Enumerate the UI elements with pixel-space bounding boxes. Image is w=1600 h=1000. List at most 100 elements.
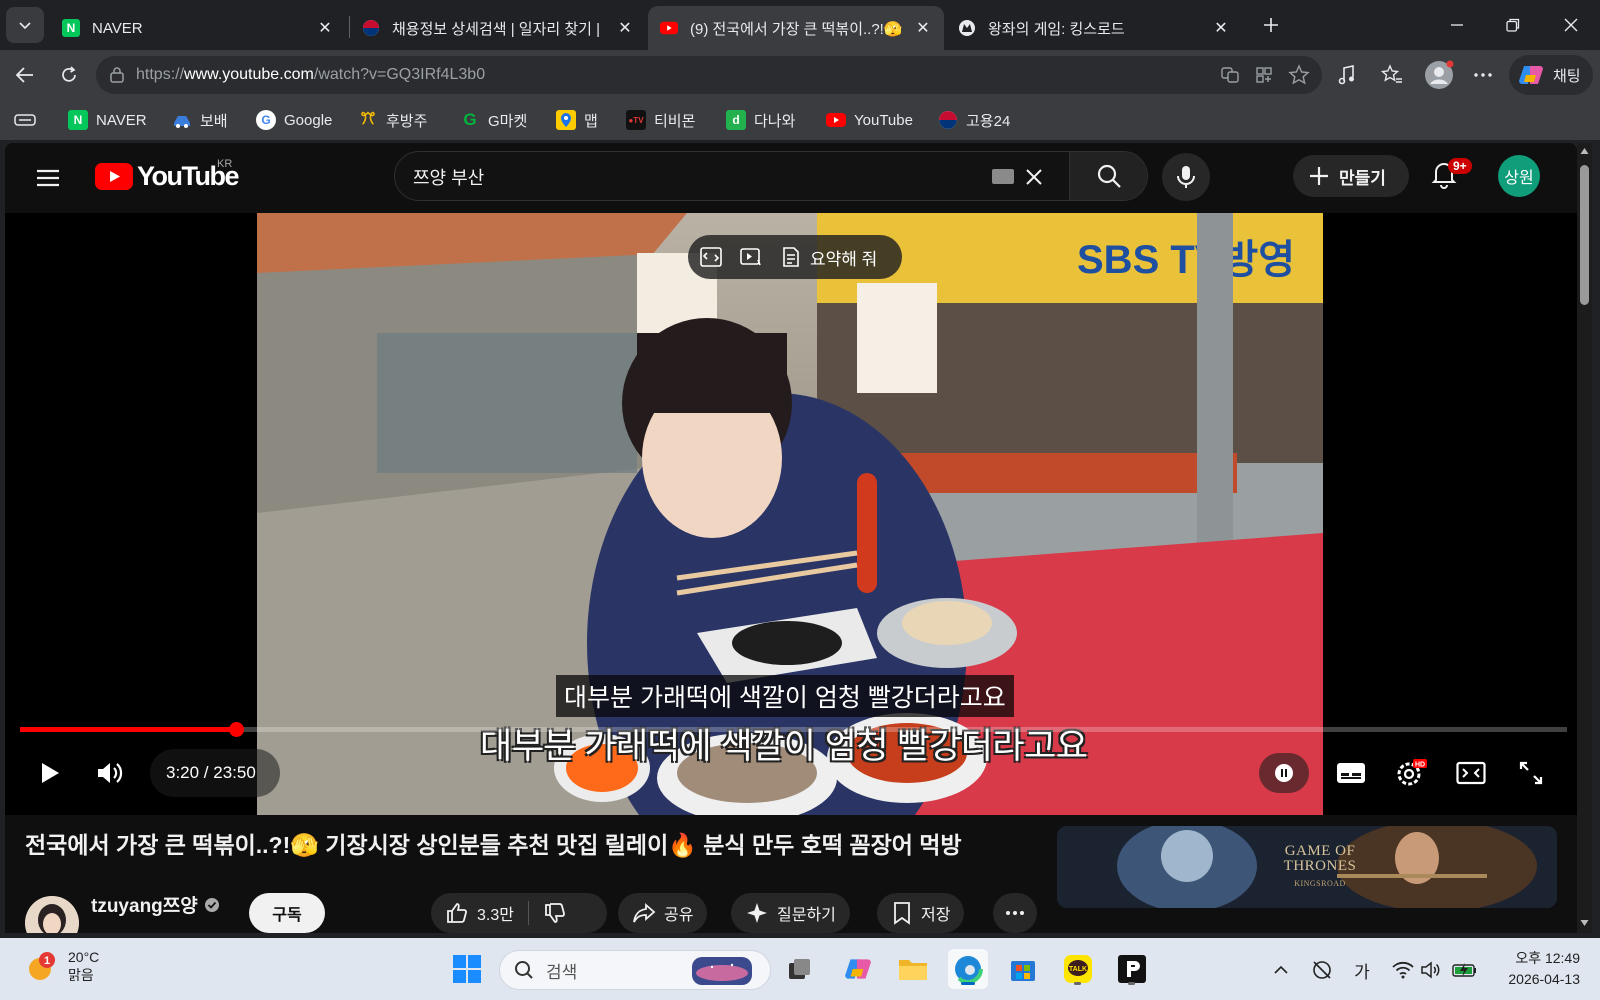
bookmark-gmarket[interactable]: G G마켓 (460, 109, 527, 131)
p-app-icon (1118, 955, 1146, 983)
thumbs-down-icon[interactable] (543, 901, 567, 925)
bookmark-youtube[interactable]: YouTube (826, 109, 913, 131)
ambient-pause-button[interactable] (1259, 753, 1309, 793)
favorite-star-icon[interactable] (1288, 64, 1310, 86)
volume-button[interactable] (87, 749, 135, 797)
close-icon[interactable]: ✕ (614, 18, 636, 38)
scroll-down-icon[interactable] (1580, 919, 1589, 927)
search-button[interactable] (1069, 152, 1147, 200)
create-button[interactable]: 만들기 (1293, 155, 1409, 197)
svg-text:SBS TV방영: SBS TV방영 (1077, 238, 1295, 282)
pikpak-app-button[interactable] (1112, 949, 1152, 989)
theater-mode-button[interactable] (1447, 749, 1495, 797)
tab-actions-button[interactable] (6, 7, 44, 43)
search-input[interactable] (413, 164, 973, 190)
folder-icon (899, 960, 927, 980)
system-clock[interactable]: 오후 12:49 2026-04-13 (1496, 948, 1580, 990)
channel-name-link[interactable]: tzuyang쯔양 (91, 891, 220, 918)
notifications-button[interactable]: 9+ (1429, 158, 1472, 195)
save-button[interactable]: 저장 (877, 893, 965, 933)
ime-indicator[interactable]: 가 (1349, 958, 1375, 982)
like-dislike-button[interactable]: 3.3만 (431, 893, 607, 933)
restore-button[interactable] (1488, 8, 1538, 42)
bookmark-danawa[interactable]: d 다나와 (726, 109, 795, 131)
more-actions-button[interactable] (993, 893, 1037, 933)
profile-button[interactable] (1422, 58, 1456, 92)
browser-toolbar: https://www.youtube.com/watch?v=GQ3IRf4L… (0, 50, 1600, 100)
copilot-chat-button[interactable]: 채팅 (1509, 55, 1593, 95)
scrubber-handle[interactable] (229, 722, 245, 737)
account-avatar[interactable]: 상원 (1498, 155, 1540, 197)
fullscreen-button[interactable] (1507, 749, 1555, 797)
voice-search-button[interactable] (1162, 153, 1210, 201)
translate-icon[interactable] (1220, 65, 1240, 85)
collections-button[interactable] (14, 109, 36, 131)
play-button[interactable] (25, 749, 73, 797)
close-icon[interactable]: ✕ (314, 18, 336, 38)
tab-kingsroad[interactable]: 왕좌의 게임: 킹스로드 ✕ (946, 6, 1242, 50)
picture-in-picture-icon[interactable] (698, 244, 724, 270)
taskbar-search[interactable]: 검색 (499, 950, 771, 990)
youtube-logo[interactable]: YouTube KR (95, 158, 239, 192)
settings-button[interactable]: HD (1387, 749, 1435, 797)
ask-button[interactable]: 질문하기 (731, 893, 850, 933)
task-view-button[interactable] (780, 949, 820, 989)
tab-naver[interactable]: N NAVER ✕ (50, 6, 346, 50)
subtitles-button[interactable] (1327, 749, 1375, 797)
kakaotalk-app-button[interactable]: TALK (1058, 949, 1098, 989)
close-icon[interactable]: ✕ (912, 18, 934, 38)
close-icon[interactable]: ✕ (1210, 18, 1232, 38)
arrow-left-icon (15, 67, 33, 83)
game-of-thrones-ad[interactable]: GAME OF THRONES KINGSROAD (1057, 826, 1557, 908)
battery-status[interactable] (1450, 958, 1480, 982)
summarize-button[interactable]: 요약해 줘 (810, 245, 877, 270)
bookmark-naver[interactable]: N NAVER (68, 109, 147, 131)
bookmark-tvmon[interactable]: ●TV 티비몬 (626, 109, 695, 131)
summarize-icon[interactable] (778, 244, 804, 270)
share-button[interactable]: 공유 (618, 893, 708, 933)
favorites-button[interactable] (1377, 60, 1407, 90)
tab-jobs[interactable]: 채용정보 상세검색 | 일자리 찾기 | ✕ (350, 6, 646, 50)
weather-widget[interactable]: 1 20°C 맑음 (26, 948, 99, 984)
edge-app-button[interactable] (948, 949, 988, 989)
site-info-icon[interactable] (108, 66, 126, 84)
minimize-button[interactable] (1432, 8, 1482, 42)
start-button[interactable] (447, 949, 487, 989)
guide-menu-button[interactable] (33, 163, 63, 193)
keyboard-icon[interactable] (992, 169, 1014, 184)
bookmark-map[interactable]: 맵 (556, 109, 598, 131)
gmarket-icon: G (463, 110, 477, 129)
page-scrollbar[interactable] (1577, 143, 1592, 933)
copilot-icon (845, 959, 871, 979)
tab-youtube-video[interactable]: (9) 전국에서 가장 큰 떡볶이..?!🫣 ✕ (648, 6, 944, 50)
refresh-button[interactable] (54, 60, 84, 90)
bookmark-bobae[interactable]: 보배 (172, 109, 228, 131)
clear-search-button[interactable] (1020, 163, 1048, 191)
close-window-button[interactable] (1546, 8, 1596, 42)
address-bar[interactable]: https://www.youtube.com/watch?v=GQ3IRf4L… (96, 56, 1322, 94)
scrollbar-thumb[interactable] (1580, 165, 1589, 305)
store-icon (1011, 961, 1035, 981)
bookmark-goyong24[interactable]: 고용24 (938, 109, 1010, 131)
network-status[interactable] (1309, 958, 1335, 982)
wifi-status[interactable] (1390, 958, 1416, 982)
svg-text:HD: HD (1415, 762, 1425, 769)
bookmark-hubangju[interactable]: ꔫ 후방주 (358, 109, 427, 131)
more-menu-button[interactable] (1468, 60, 1498, 90)
volume-status[interactable] (1418, 958, 1444, 982)
store-app-button[interactable] (1003, 949, 1043, 989)
new-tab-button[interactable] (1256, 10, 1286, 40)
video-player[interactable]: SBS TV방영 요약해 줘 대부분 가래떡에 색깔이 엄청 빨강더라고요 대부… (5, 213, 1577, 815)
scroll-up-icon[interactable] (1580, 147, 1589, 155)
media-control-button[interactable] (1332, 60, 1362, 90)
file-explorer-button[interactable] (893, 949, 933, 989)
bookmark-google[interactable]: G Google (256, 109, 332, 131)
progress-bar[interactable] (20, 722, 1567, 737)
back-button[interactable] (10, 60, 40, 90)
show-hidden-icons-button[interactable] (1268, 958, 1294, 982)
app-available-icon[interactable] (1254, 65, 1274, 85)
subscribe-button[interactable]: 구독 (249, 893, 325, 933)
copilot-app-button[interactable] (838, 949, 878, 989)
channel-avatar[interactable] (25, 896, 79, 933)
video-search-icon[interactable] (738, 244, 764, 270)
